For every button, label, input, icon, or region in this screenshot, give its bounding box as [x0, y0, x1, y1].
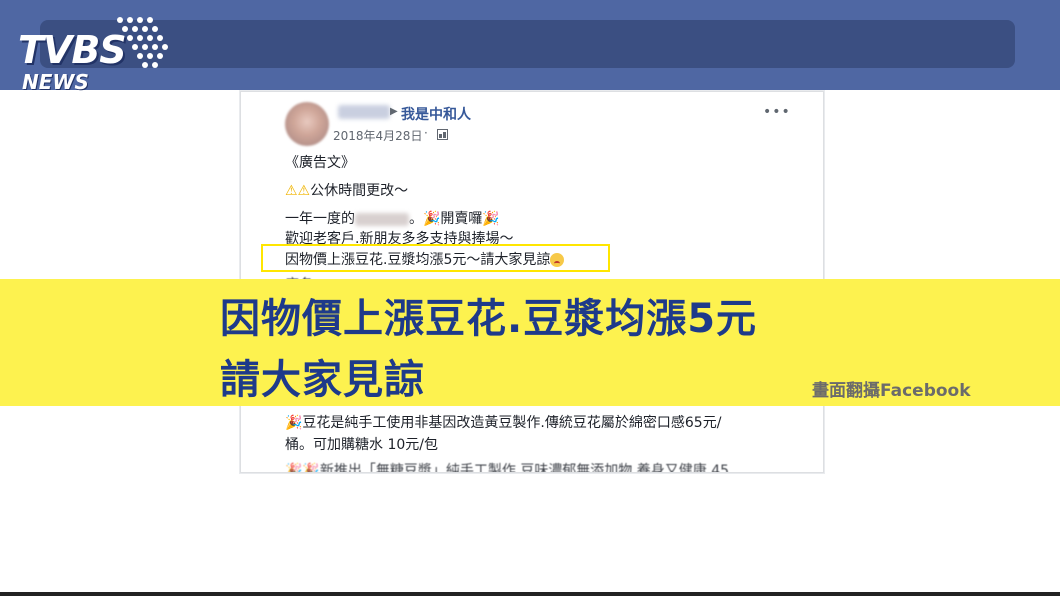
post-line-3: 一年一度的 。🎉開賣囉🎉	[285, 208, 500, 228]
group-name-link[interactable]: 我是中和人	[401, 104, 471, 124]
post-line-3b: 。🎉開賣囉🎉	[409, 211, 500, 227]
post-line-5-text: 因物價上漲豆花.豆漿均漲5元～請大家見諒	[285, 252, 551, 268]
post-line-3a: 一年一度的	[285, 211, 355, 227]
more-options-icon[interactable]: •••	[763, 104, 791, 120]
caret-right-icon: ▶	[390, 106, 398, 117]
post-line-1: 《廣告文》	[285, 155, 355, 171]
caption-line-1: 因物價上漲豆花.豆漿均漲5元	[220, 296, 758, 342]
author-name-blurred[interactable]	[338, 105, 390, 119]
top-bar-inner	[40, 20, 1015, 68]
author-avatar[interactable]	[285, 102, 329, 146]
warning-icon: ⚠⚠	[285, 183, 311, 199]
caption-line-2: 請大家見諒	[220, 357, 425, 403]
group-privacy-icon	[437, 129, 448, 140]
post-line-5: 因物價上漲豆花.豆漿均漲5元～請大家見諒	[285, 249, 565, 269]
logo-sub: NEWS	[22, 70, 89, 94]
post-line-2: ⚠⚠公休時間更改～	[285, 180, 408, 200]
shop-name-blurred	[355, 212, 409, 226]
post-line-2-text: 公休時間更改～	[310, 183, 409, 199]
separator-dot: ·	[424, 126, 428, 140]
post-line-7: 🎉豆花是純手工使用非基因改造黃豆製作.傳統豆花屬於綿密口感65元/	[285, 415, 722, 431]
tvbs-news-logo: TVBS NEWS	[18, 14, 178, 98]
post-line-8: 桶。可加購糖水 10元/包	[285, 437, 438, 453]
sad-face-emoji-icon	[550, 253, 565, 267]
source-credit: 畫面翻攝Facebook	[812, 381, 971, 401]
post-date[interactable]: 2018年4月28日	[333, 127, 422, 144]
post-line-9: 🎉🎉新推出「無糖豆漿」純手工製作 豆味濃郁無添加物 養身又健康 45	[285, 463, 730, 473]
logo-dots-icon	[117, 17, 168, 68]
bottom-border	[0, 592, 1060, 596]
